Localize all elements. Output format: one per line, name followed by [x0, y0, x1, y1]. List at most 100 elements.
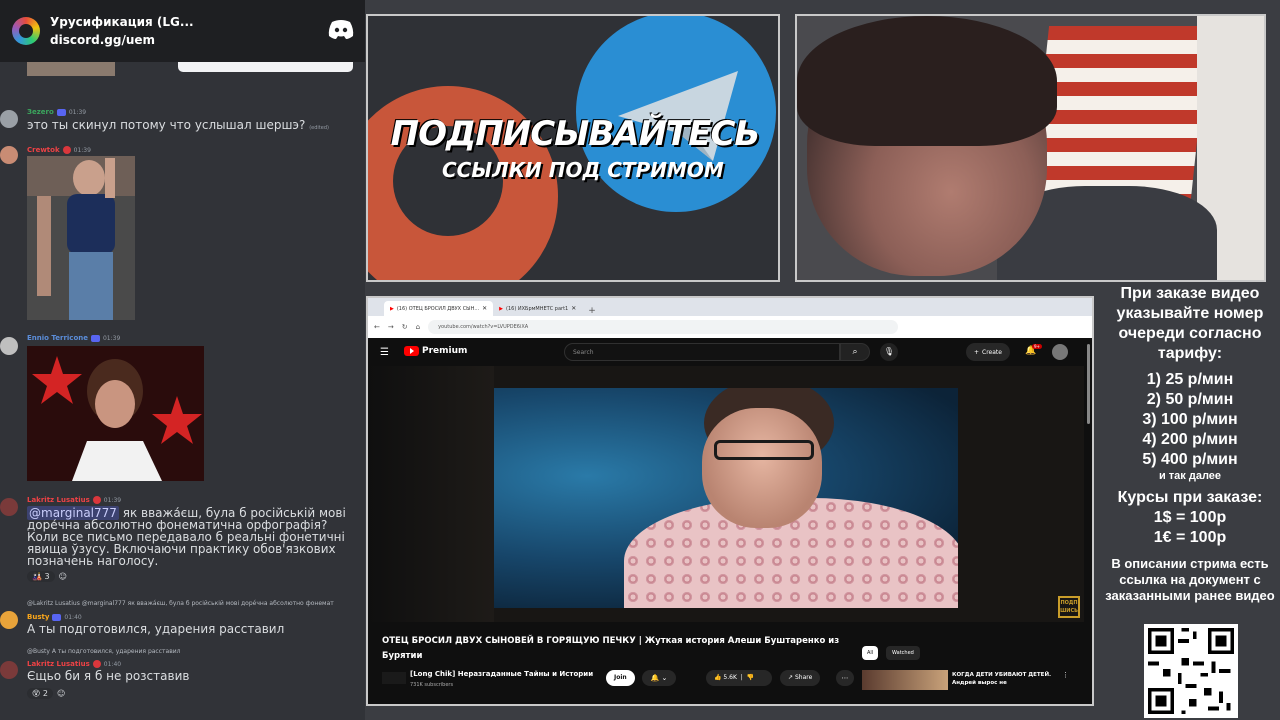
- channel-name[interactable]: [Long Chik] Неразгаданные Тайны и Истори…: [410, 670, 593, 678]
- promo-title: ПОДПИСЫВАЙТЕСЬ: [390, 114, 761, 154]
- search-icon[interactable]: ⌕: [840, 343, 870, 361]
- player-backdrop: [368, 366, 494, 622]
- youtube-favicon-icon: ▶: [499, 305, 504, 312]
- thumbs-up-icon: 👍: [714, 674, 722, 681]
- tariff-item: 4) 200 р/мин: [1142, 431, 1238, 448]
- plus-icon: +: [974, 348, 980, 356]
- close-tab-icon[interactable]: ✕: [482, 305, 487, 312]
- previous-image-thumbnail[interactable]: [27, 62, 115, 76]
- rate-item: 1€ = 100р: [1153, 529, 1227, 546]
- avatar[interactable]: [0, 337, 18, 355]
- message-header: Lakritz Lusatius 01:39: [27, 496, 121, 504]
- like-button[interactable]: 👍 5.6K | 👎: [706, 670, 772, 686]
- home-icon[interactable]: ⌂: [416, 323, 420, 331]
- promo-overlay: ПОДПИСЫВАЙТЕСЬ ССЫЛКИ ПОД СТРИМОМ: [366, 14, 780, 282]
- filter-chip-all[interactable]: All: [862, 646, 879, 660]
- filter-chip-watched[interactable]: Watched: [886, 646, 920, 660]
- reply-preview[interactable]: @Lakritz Lusatius @marginal777 як вважа́…: [27, 600, 334, 607]
- username[interactable]: Зezero: [27, 108, 54, 116]
- subscribe-bell-button[interactable]: 🔔 ⌄: [642, 670, 676, 686]
- boost-badge-icon: [92, 496, 101, 504]
- video-person-glasses: [714, 440, 814, 460]
- message-body: это ты скинул потому что услышал шершэ?: [27, 118, 306, 132]
- role-badge-icon: [56, 108, 66, 116]
- recommended-menu-icon[interactable]: ⋮: [1062, 671, 1069, 679]
- tab-title: (16) ИХБрмМНЕТС part1: [506, 305, 569, 312]
- tariff-item: 3) 100 р/мин: [1142, 411, 1238, 428]
- server-invite-link[interactable]: discord.gg/uem: [50, 33, 194, 47]
- username[interactable]: Lakritz Lusatius: [27, 660, 90, 668]
- reaction-count: 3: [44, 572, 50, 581]
- search-input[interactable]: Search: [564, 343, 840, 361]
- video-frame[interactable]: [494, 388, 958, 608]
- thumbs-down-icon[interactable]: 👎: [747, 674, 754, 681]
- attached-image[interactable]: [27, 156, 135, 320]
- channel-watermark[interactable]: ПОДП ШИСЬ: [1058, 596, 1080, 618]
- youtube-header: ☰ Premium Search ⌕ 🎙 + Create 🔔 9+: [368, 338, 1092, 366]
- forward-icon[interactable]: →: [388, 323, 394, 331]
- browser-tab[interactable]: ▶ (16) ИХБрмМНЕТС part1 ✕: [493, 301, 582, 316]
- more-actions-icon[interactable]: ⋯: [836, 670, 854, 686]
- account-avatar[interactable]: [1052, 344, 1068, 360]
- microphone-icon[interactable]: 🎙: [880, 343, 898, 361]
- reaction-bar: 😵 2 ☺: [27, 688, 65, 699]
- new-tab-button[interactable]: +: [588, 306, 596, 316]
- message-header: Lakritz Lusatius 01:40: [27, 660, 121, 668]
- browser-tab[interactable]: ▶ (16) ОТЕЦ БРОСИЛ ДВУХ СЫН... ✕: [384, 301, 494, 316]
- reply-preview[interactable]: @Busty А ты подготовился, ударения расст…: [27, 648, 180, 655]
- timestamp: 01:40: [103, 660, 122, 668]
- back-icon[interactable]: ←: [374, 323, 380, 331]
- avatar[interactable]: [0, 661, 18, 679]
- channel-logo[interactable]: [382, 672, 406, 684]
- reaction-chip[interactable]: 🎎 3: [27, 571, 55, 582]
- reaction-count: 2: [42, 689, 48, 698]
- rate-item: 1$ = 100р: [1153, 509, 1227, 526]
- close-tab-icon[interactable]: ✕: [571, 305, 576, 312]
- video-title: ОТЕЦ БРОСИЛ ДВУХ СЫНОВЕЙ В ГОРЯЩУЮ ПЕЧКУ…: [382, 636, 840, 661]
- avatar[interactable]: [0, 146, 18, 164]
- username[interactable]: Busty: [27, 613, 49, 621]
- create-button[interactable]: + Create: [966, 343, 1010, 361]
- recommended-title[interactable]: КОГДА ДЕТИ УБИВАЮТ ДЕТЕЙ. Андрей вырос н…: [952, 671, 1076, 687]
- youtube-logo[interactable]: Premium: [404, 346, 467, 356]
- scrollbar[interactable]: [1084, 338, 1092, 704]
- username[interactable]: Lakritz Lusatius: [27, 496, 90, 504]
- username[interactable]: Crewtok: [27, 146, 60, 154]
- reaction-bar: 🎎 3 ☺: [27, 571, 67, 582]
- order-info-panel: При заказе видео указывайте номер очеред…: [1100, 284, 1280, 604]
- username[interactable]: Ennio Terricone: [27, 334, 88, 342]
- recommended-thumbnail[interactable]: [862, 670, 948, 690]
- attached-image[interactable]: [27, 346, 204, 481]
- edited-label: (edited): [309, 125, 329, 131]
- avatar[interactable]: [0, 110, 18, 128]
- url-field[interactable]: youtube.com/watch?v=LVUPDE6iXA: [428, 320, 899, 334]
- avatar[interactable]: [0, 498, 18, 516]
- message-text: @marginal777 як вважа́єш, була б російсь…: [27, 506, 359, 567]
- qr-code: [1144, 624, 1238, 718]
- discord-chat-panel: Урусификация (LG... discord.gg/uem Зezer…: [0, 0, 365, 720]
- reload-icon[interactable]: ↻: [402, 323, 408, 331]
- video-person-face: [702, 408, 822, 528]
- add-reaction-icon[interactable]: ☺: [59, 572, 67, 581]
- address-bar: ← → ↻ ⌂ youtube.com/watch?v=LVUPDE6iXA: [368, 316, 1092, 338]
- menu-icon[interactable]: ☰: [380, 347, 389, 358]
- tab-title: (16) ОТЕЦ БРОСИЛ ДВУХ СЫН...: [396, 305, 480, 312]
- join-button[interactable]: Join: [606, 670, 635, 686]
- youtube-brand: Premium: [422, 346, 468, 356]
- message-header: Crewtok 01:39: [27, 146, 91, 154]
- youtube-favicon-icon: ▶: [390, 305, 394, 312]
- reaction-chip[interactable]: 😵 2: [27, 688, 53, 699]
- create-label: Create: [982, 348, 1002, 356]
- tab-bar: ▶ (16) ОТЕЦ БРОСИЛ ДВУХ СЫН... ✕ ▶ (16) …: [368, 298, 1092, 316]
- share-button[interactable]: ↗ Share: [780, 670, 821, 686]
- rates-title: Курсы при заказе:: [1117, 489, 1263, 506]
- add-reaction-icon[interactable]: ☺: [57, 689, 65, 698]
- subscriber-count: 731K subscribers: [410, 682, 454, 688]
- video-player[interactable]: ПОДП ШИСЬ: [368, 366, 1084, 622]
- scrollbar-thumb[interactable]: [1087, 344, 1090, 424]
- youtube-play-icon: [404, 346, 419, 356]
- streamer-hair: [797, 16, 1057, 146]
- timestamp: 01:39: [102, 334, 121, 342]
- boost-badge-icon: [92, 660, 101, 668]
- avatar[interactable]: [0, 611, 18, 629]
